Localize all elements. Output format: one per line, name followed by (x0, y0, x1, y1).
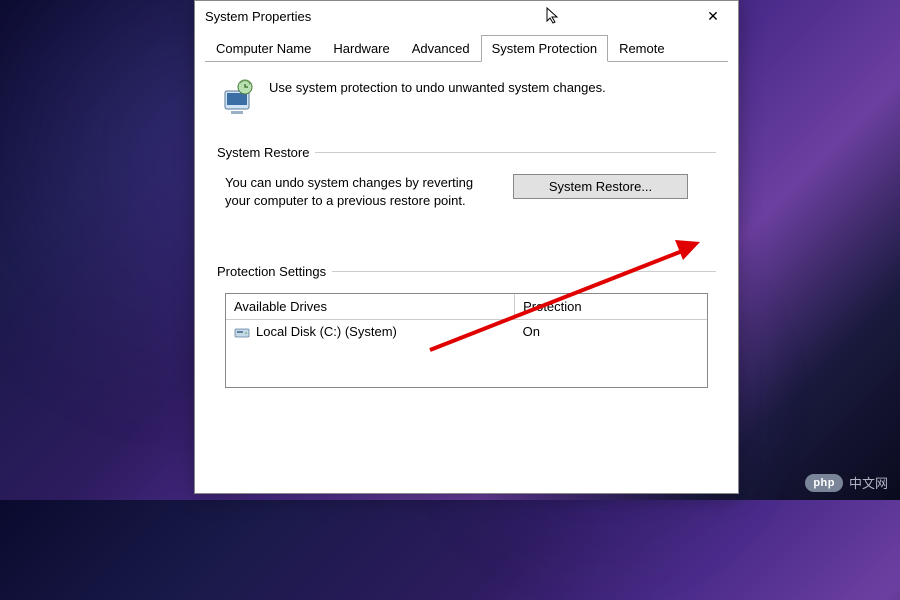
tab-advanced[interactable]: Advanced (401, 35, 481, 61)
drive-name: Local Disk (C:) (System) (256, 324, 397, 339)
tab-row: Computer Name Hardware Advanced System P… (205, 35, 728, 62)
watermark-text: 中文网 (849, 473, 888, 492)
drive-icon (234, 325, 250, 339)
section-title-restore: System Restore (217, 145, 309, 160)
titlebar: System Properties ✕ (195, 1, 738, 31)
intro-row: Use system protection to undo unwanted s… (217, 77, 716, 117)
restore-row: You can undo system changes by reverting… (217, 174, 716, 209)
close-button[interactable]: ✕ (694, 2, 732, 30)
protection-status: On (515, 320, 707, 344)
dialog-title: System Properties (205, 9, 694, 24)
column-header-protection[interactable]: Protection (515, 294, 707, 320)
protection-table: Available Drives Protection (225, 293, 708, 388)
tab-remote[interactable]: Remote (608, 35, 676, 61)
tab-computer-name[interactable]: Computer Name (205, 35, 322, 61)
section-divider (315, 152, 716, 153)
tab-hardware[interactable]: Hardware (322, 35, 400, 61)
tab-content: Use system protection to undo unwanted s… (195, 62, 738, 403)
system-protection-icon (217, 77, 257, 117)
column-header-drives[interactable]: Available Drives (226, 294, 515, 320)
intro-text: Use system protection to undo unwanted s… (269, 77, 606, 95)
system-restore-button[interactable]: System Restore... (513, 174, 688, 199)
tab-system-protection[interactable]: System Protection (481, 35, 609, 62)
section-divider (332, 271, 716, 272)
restore-description: You can undo system changes by reverting… (225, 174, 495, 209)
section-header-protection: Protection Settings (217, 264, 716, 279)
section-title-protection: Protection Settings (217, 264, 326, 279)
watermark-badge: php (805, 474, 843, 492)
watermark: php 中文网 (805, 473, 888, 492)
system-properties-dialog: System Properties ✕ Computer Name Hardwa… (194, 0, 739, 494)
section-header-restore: System Restore (217, 145, 716, 160)
table-row[interactable]: Local Disk (C:) (System) On (226, 320, 707, 344)
